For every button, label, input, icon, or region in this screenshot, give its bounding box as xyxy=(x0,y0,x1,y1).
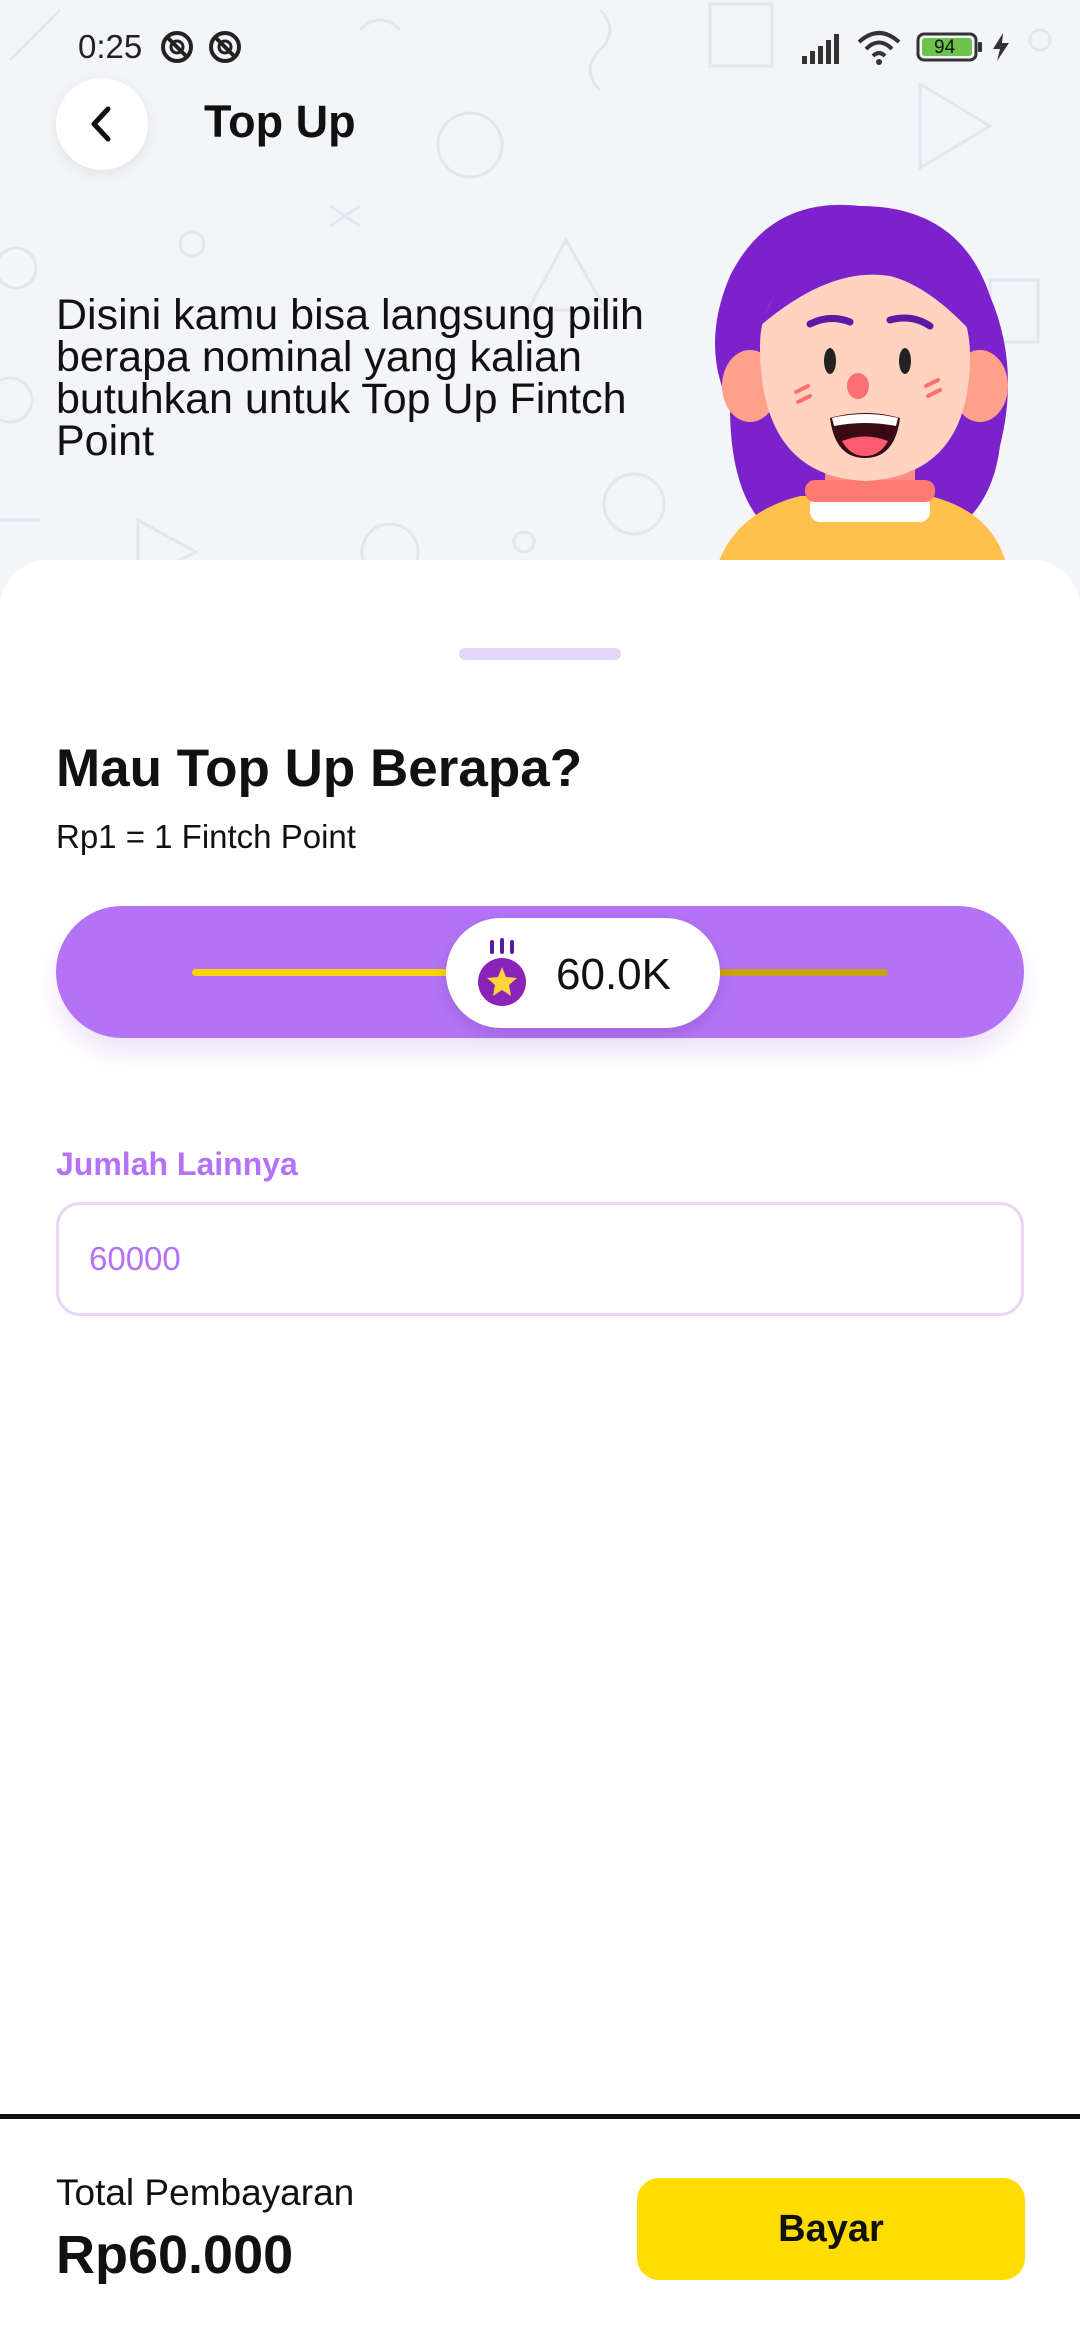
status-bar: 0:25 94 xyxy=(0,0,1080,96)
girl-illustration xyxy=(710,204,1010,596)
total-payment-label: Total Pembayaran xyxy=(56,2172,355,2213)
wifi-icon xyxy=(857,31,901,65)
conversion-rate: Rp1 = 1 Fintch Point xyxy=(56,818,356,855)
hero-description: Disini kamu bisa langsung pilih berapa n… xyxy=(56,291,644,465)
star-coin-icon xyxy=(478,938,526,1006)
slider-track-remaining[interactable] xyxy=(700,969,888,976)
section-title: Mau Top Up Berapa? xyxy=(56,739,583,798)
sheet-handle[interactable] xyxy=(459,648,621,660)
chevron-left-icon xyxy=(91,106,111,142)
battery-level: 94 xyxy=(934,37,956,58)
battery-icon: 94 xyxy=(916,32,984,62)
slider-thumb[interactable]: 60.0K xyxy=(446,918,720,1028)
hero-section: 0:25 94 Top Up Disini kamu bisa langsung… xyxy=(0,0,1080,620)
status-time: 0:25 xyxy=(78,28,143,65)
other-amount-label: Jumlah Lainnya xyxy=(56,1146,298,1182)
charging-icon xyxy=(993,33,1009,61)
notification-icon-2 xyxy=(209,31,241,63)
notification-icon xyxy=(161,31,193,63)
slider-value: 60.0K xyxy=(556,950,671,999)
total-payment-value: Rp60.000 xyxy=(56,2225,294,2285)
other-amount-input[interactable] xyxy=(56,1202,1024,1316)
pay-button[interactable]: Bayar xyxy=(637,2178,1025,2280)
signal-icon xyxy=(802,34,839,64)
page-title: Top Up xyxy=(204,96,356,147)
slider-track-filled[interactable] xyxy=(192,969,462,976)
back-button[interactable] xyxy=(56,78,148,170)
